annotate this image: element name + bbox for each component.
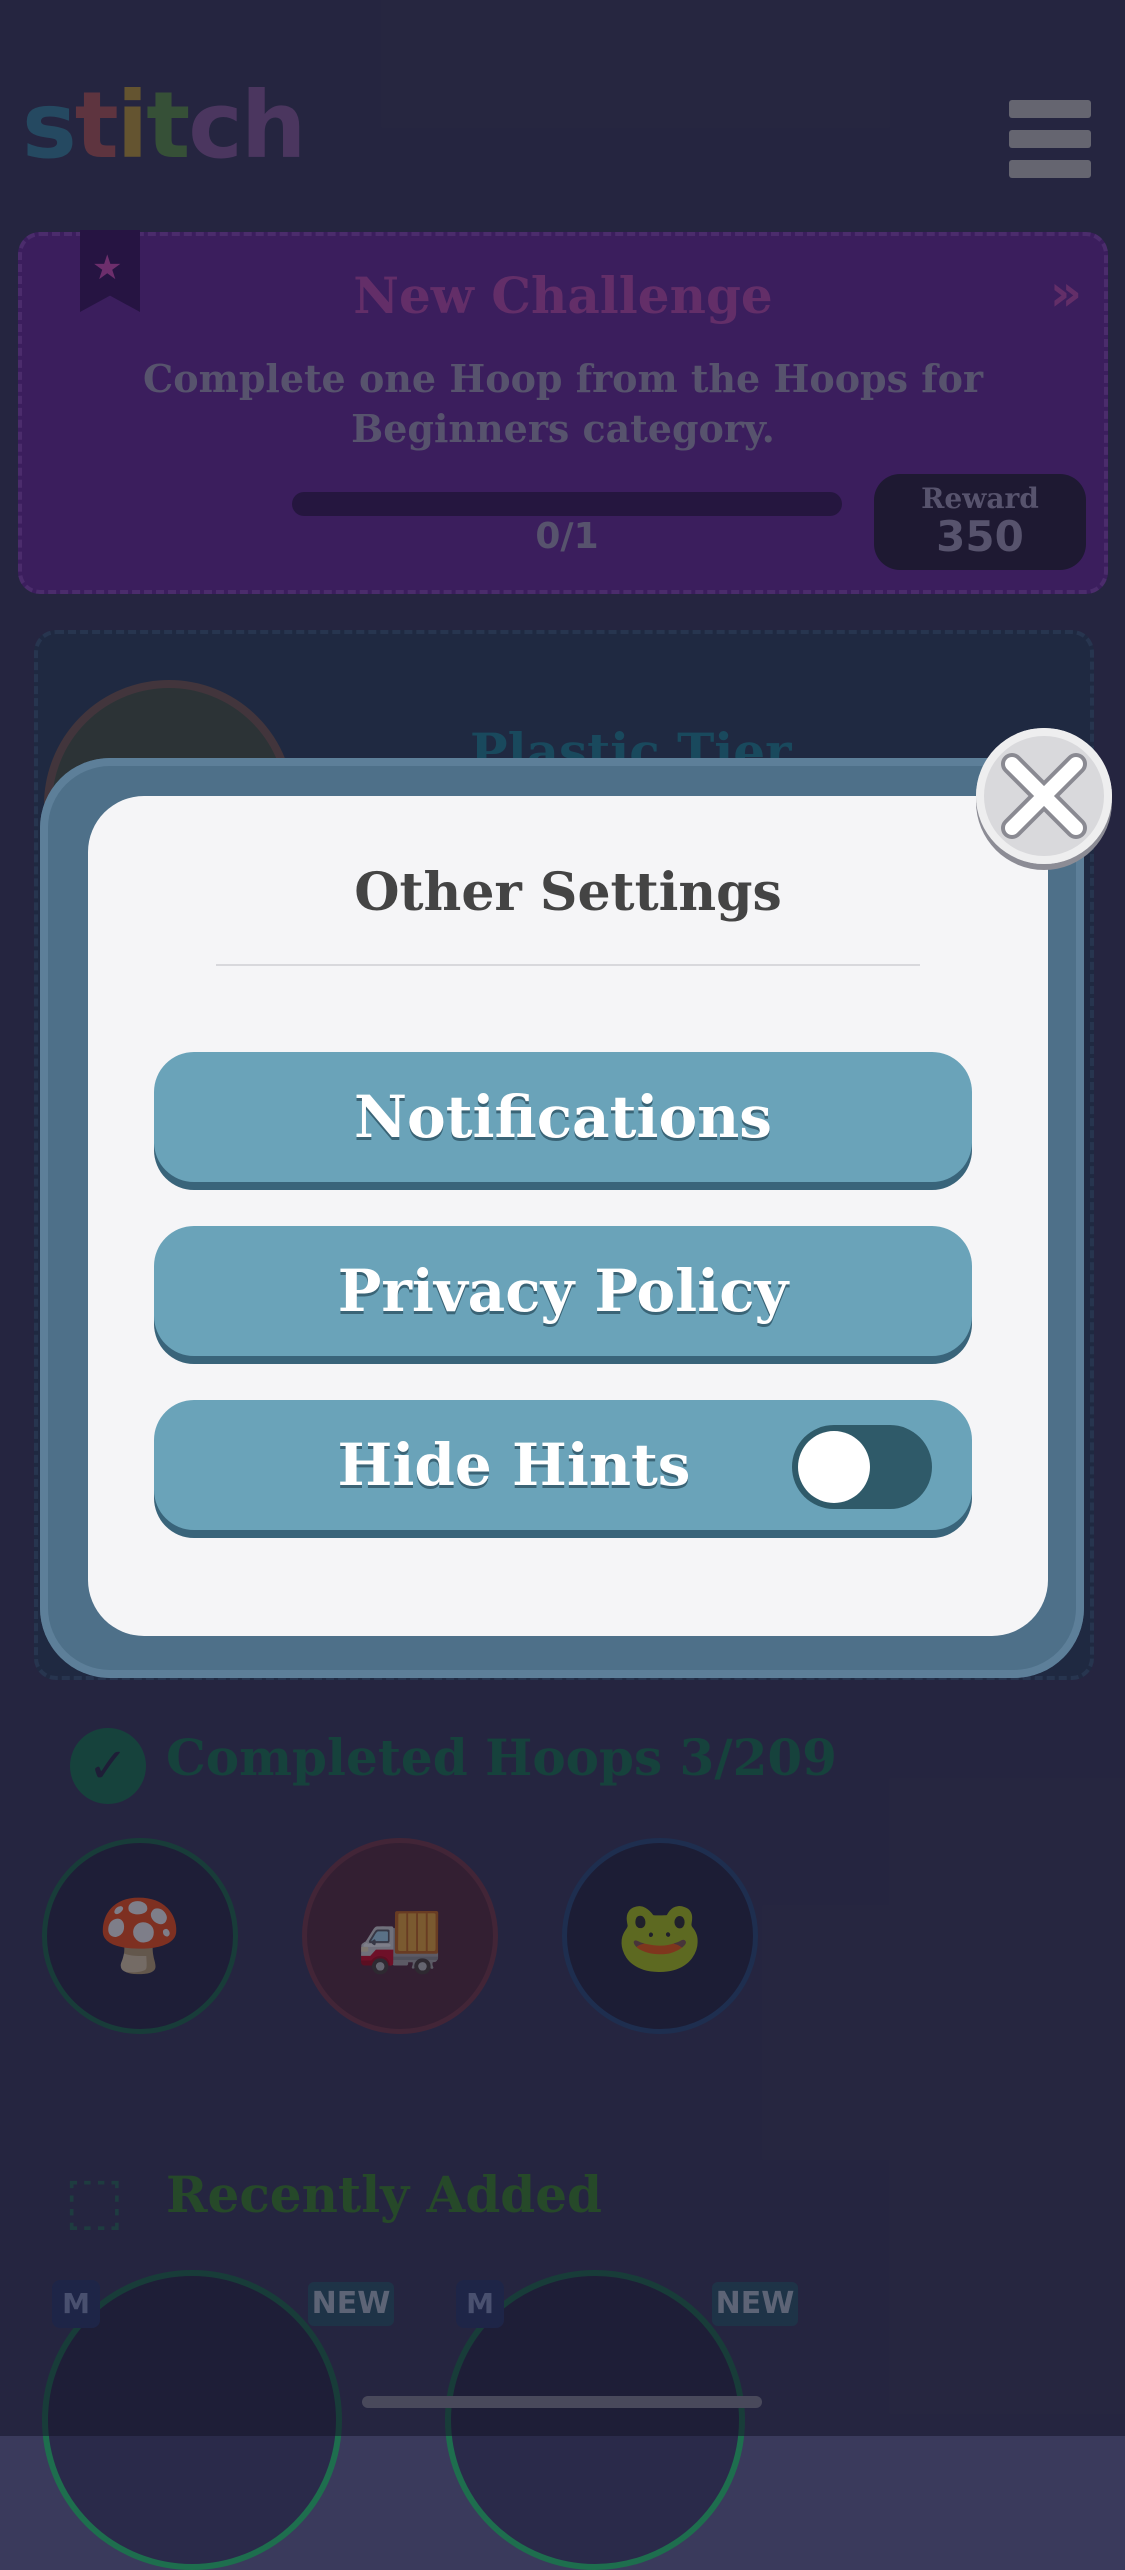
challenge-card[interactable]: ★ New Challenge » Complete one Hoop from… [18,230,1108,594]
member-badge: M [456,2280,504,2328]
hoop-thumbnail[interactable]: 🐸 [562,1838,758,2034]
hide-hints-label: Hide Hints [337,1431,691,1499]
modal-title: Other Settings [354,862,782,923]
recently-added-heading: ⬚ Recently Added [64,2164,602,2238]
challenge-description: Complete one Hoop from the Hoops for Beg… [143,356,983,451]
hamburger-menu-icon[interactable] [1009,100,1091,178]
hide-hints-row[interactable]: Hide Hints [154,1400,972,1530]
app-logo: stitch [22,72,306,179]
close-x-icon [1001,753,1087,839]
challenge-progress-bar [292,492,842,516]
completed-hoops-heading: Completed Hoops 3/209 [166,1728,837,1787]
notifications-button[interactable]: Notifications [154,1052,972,1182]
hoop-thumbnail[interactable]: 🚚 [302,1838,498,2034]
reward-value: 350 [936,512,1024,561]
gift-box-icon: ⬚ [64,2164,125,2238]
home-indicator[interactable] [362,2396,762,2408]
double-chevron-right-icon[interactable]: » [1050,264,1082,322]
toggle-knob [798,1431,870,1503]
settings-modal: Other Settings Notifications Privacy Pol… [88,796,1048,1636]
close-button[interactable] [976,728,1112,864]
challenge-progress-text: 0/1 [535,516,599,557]
hide-hints-toggle[interactable] [792,1425,932,1509]
challenge-title: New Challenge [353,266,773,325]
hoop-thumbnail[interactable]: 🍄 [42,1838,238,2034]
reward-badge: Reward 350 [874,474,1086,570]
privacy-policy-button[interactable]: Privacy Policy [154,1226,972,1356]
reward-label: Reward [921,482,1039,515]
new-badge: NEW [308,2282,394,2326]
new-badge: NEW [712,2282,798,2326]
member-badge: M [52,2280,100,2328]
divider [216,964,920,966]
